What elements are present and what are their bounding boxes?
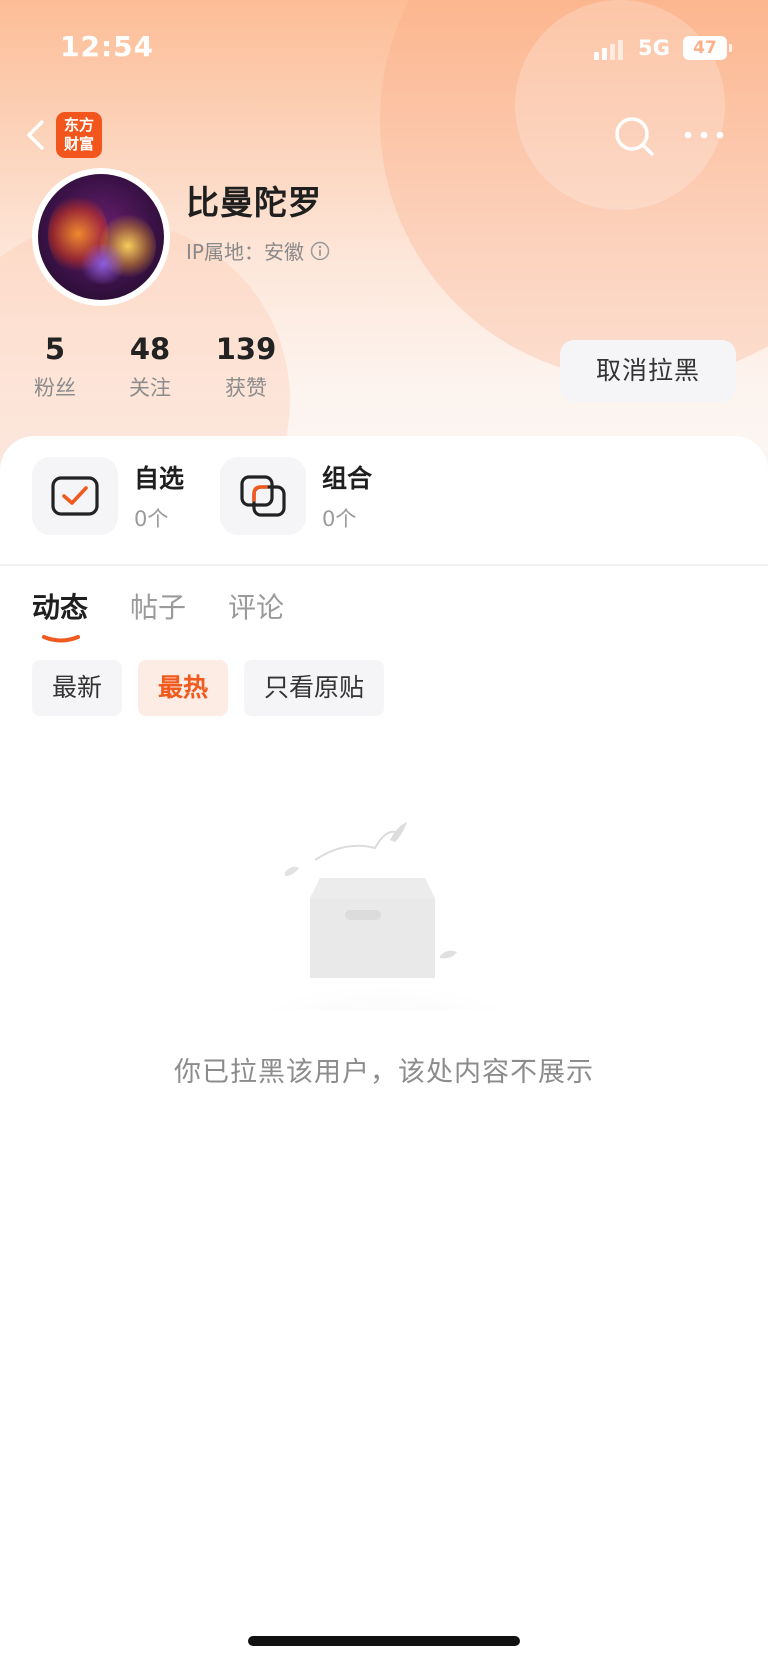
divider <box>0 564 768 566</box>
stat-label: 获赞 <box>225 376 267 400</box>
tab-posts[interactable]: 帖子 <box>130 586 186 646</box>
tab-comments[interactable]: 评论 <box>228 586 284 646</box>
active-tab-indicator <box>42 635 80 643</box>
back-arrow-icon[interactable] <box>22 119 52 151</box>
more-options-icon[interactable] <box>682 123 726 147</box>
stat-value: 48 <box>129 332 171 366</box>
profile-stats: 5 粉丝 48 关注 139 获赞 <box>0 332 320 412</box>
status-time: 12:54 <box>60 30 155 63</box>
asset-title: 自选 <box>134 464 185 493</box>
search-icon[interactable] <box>612 114 656 158</box>
stat-value: 139 <box>215 332 277 366</box>
filter-latest[interactable]: 最新 <box>32 660 123 716</box>
unblock-button[interactable]: 取消拉黑 <box>560 340 736 402</box>
tab-label: 动态 <box>32 591 89 624</box>
asset-watchlist[interactable]: 自选 0个 <box>32 456 184 536</box>
ip-location-row: IP属地：安徽 <box>186 236 330 265</box>
empty-state-message: 你已拉黑该用户，该处内容不展示 <box>174 1057 594 1088</box>
username: 比曼陀罗 <box>186 183 322 222</box>
app-logo[interactable]: 东方 财富 <box>56 112 102 158</box>
asset-count: 0个 <box>322 507 357 531</box>
asset-count: 0个 <box>134 507 169 531</box>
asset-icon-box <box>32 457 118 535</box>
stat-followers[interactable]: 5 粉丝 <box>15 332 95 402</box>
status-bar: 12:54 5G 47 <box>0 0 768 100</box>
logo-text: 东方 <box>63 116 94 134</box>
battery-tip <box>729 44 732 52</box>
logo-text: 财富 <box>63 135 94 153</box>
avatar-image <box>38 174 164 300</box>
stat-following[interactable]: 48 关注 <box>110 332 190 402</box>
filter-hottest[interactable]: 最热 <box>138 660 229 716</box>
tab-label: 评论 <box>228 591 285 624</box>
filter-original-only[interactable]: 只看原贴 <box>244 660 385 716</box>
signal-strength-icon <box>594 40 623 60</box>
empty-box-icon <box>235 822 535 1010</box>
info-icon[interactable] <box>310 241 330 261</box>
asset-portfolio[interactable]: 组合 0个 <box>220 456 372 536</box>
stat-value: 5 <box>44 332 66 366</box>
stat-likes[interactable]: 139 获赞 <box>206 332 286 402</box>
watchlist-check-icon <box>51 476 99 516</box>
battery-icon: 47 <box>683 36 727 60</box>
tab-label: 帖子 <box>130 591 187 624</box>
tab-activity[interactable]: 动态 <box>32 586 88 646</box>
top-navigation: 东方 财富 <box>0 105 768 165</box>
stat-label: 粉丝 <box>34 376 76 400</box>
asset-icon-box <box>220 457 306 535</box>
ip-location: IP属地：安徽 <box>186 240 304 264</box>
stat-label: 关注 <box>129 376 171 400</box>
content-card: 自选 0个 组合 0个 动态 帖子 评论 最新 最热 只看原贴 你已拉黑该用户，… <box>0 436 768 1663</box>
home-indicator[interactable] <box>248 1636 520 1646</box>
avatar[interactable] <box>32 168 170 306</box>
portfolio-icon <box>240 475 286 517</box>
content-tabs: 动态 帖子 评论 <box>32 586 284 646</box>
filter-chips: 最新 最热 只看原贴 <box>32 660 385 716</box>
asset-title: 组合 <box>322 464 373 493</box>
network-type: 5G <box>638 36 670 60</box>
